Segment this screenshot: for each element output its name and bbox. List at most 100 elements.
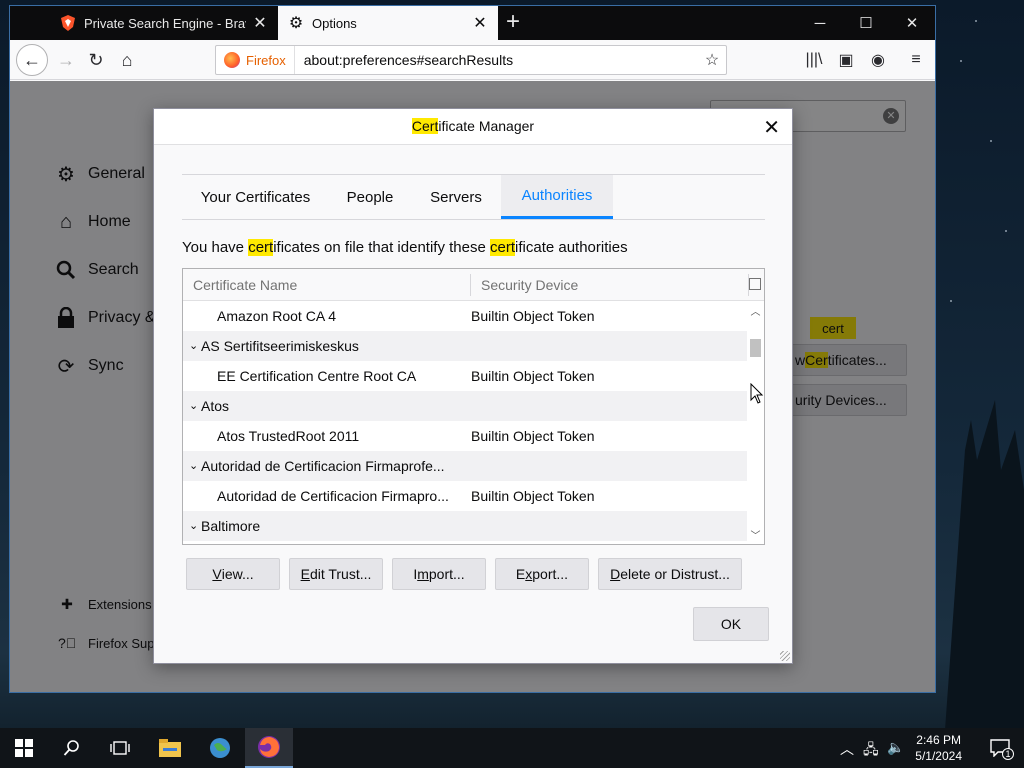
tree-group-row[interactable]: ⌄ AS Sertifitseerimiskeskus <box>183 331 747 361</box>
security-device-cell: Builtin Object Token <box>471 428 595 444</box>
button-text: elete or Distrust... <box>620 566 730 582</box>
button-text: iew... <box>221 566 254 582</box>
column-picker-icon[interactable] <box>749 278 761 290</box>
text: ificates on file that identify these <box>273 239 490 256</box>
minimize-icon[interactable]: ─ <box>797 6 843 40</box>
tree-group-row[interactable]: ⌄ Autoridad de Certificacion Firmaprofe..… <box>183 451 747 481</box>
tree-item-row[interactable]: EE Certification Centre Root CA Builtin O… <box>183 361 747 391</box>
expand-chevron-icon[interactable]: ⌄ <box>189 459 198 472</box>
windows-start-icon[interactable] <box>0 728 48 768</box>
security-device-cell: Builtin Object Token <box>471 488 595 504</box>
tab-title: Options <box>312 15 357 31</box>
gear-icon: ⚙ <box>288 15 304 32</box>
back-arrow-icon[interactable]: ← <box>16 44 48 76</box>
expand-chevron-icon[interactable]: ⌄ <box>189 339 198 352</box>
button-text: port... <box>428 566 465 582</box>
certificate-name-cell: AS Sertifitseerimiskeskus <box>201 338 359 354</box>
security-device-cell: Builtin Object Token <box>471 308 595 324</box>
file-explorer-icon[interactable] <box>146 728 194 768</box>
tab-strip: Private Search Engine - Brave Se ✕ ⚙ Opt… <box>10 6 935 40</box>
scrollbar-thumb[interactable] <box>750 339 761 357</box>
column-splitter[interactable] <box>470 274 471 296</box>
account-icon[interactable]: ◉ <box>867 50 889 70</box>
delete-or-distrust-button[interactable]: Delete or Distrust... <box>598 558 742 590</box>
button-text: dit Trust... <box>309 566 372 582</box>
tab-brave-search[interactable]: Private Search Engine - Brave Se ✕ <box>50 6 278 40</box>
close-icon[interactable]: ✕ <box>889 6 935 40</box>
edit-trust-button[interactable]: Edit Trust... <box>289 558 383 590</box>
dialog-description: You have certificates on file that ident… <box>182 239 628 256</box>
library-icon[interactable]: |||\ <box>803 50 825 70</box>
url-bar[interactable]: Firefox about:preferences#searchResults … <box>215 45 727 75</box>
tree-group-row[interactable]: ⌄ Atos <box>183 391 747 421</box>
nav-toolbar: ← → ↻ ⌂ Firefox about:preferences#search… <box>10 40 935 80</box>
star <box>960 60 962 62</box>
column-header-name[interactable]: Certificate Name <box>193 277 297 293</box>
home-icon[interactable]: ⌂ <box>113 46 141 74</box>
search-highlight: Cert <box>411 118 439 134</box>
close-icon[interactable]: ✕ <box>472 13 488 33</box>
bookmark-star-icon[interactable]: ☆ <box>698 50 726 70</box>
firefox-icon[interactable] <box>245 728 293 768</box>
tab-options[interactable]: ⚙ Options ✕ <box>278 6 498 40</box>
system-clock[interactable]: 2:46 PM 5/1/2024 <box>915 732 962 764</box>
tree-header: Certificate Name Security Device <box>183 269 764 301</box>
expand-chevron-icon[interactable]: ⌄ <box>189 519 198 532</box>
view-button[interactable]: View... <box>186 558 280 590</box>
export-button[interactable]: Ex port... <box>495 558 589 590</box>
tree-item-row[interactable]: Autoridad de Certificacion Firmapro... Bu… <box>183 481 747 511</box>
notifications-icon[interactable]: 1 <box>976 728 1024 768</box>
windows-taskbar: ︿ 🖧 🔈 2:46 PM 5/1/2024 1 <box>0 728 1024 768</box>
plus-icon[interactable]: + <box>506 10 520 34</box>
access-key: m <box>417 566 429 582</box>
brave-shield-icon <box>60 15 76 31</box>
identity-label: Firefox <box>246 52 286 68</box>
tree-group-row[interactable]: ⌄ Baltimore <box>183 511 747 541</box>
resize-grip[interactable] <box>780 651 790 661</box>
identity-box[interactable]: Firefox <box>216 46 295 74</box>
volume-muted-icon[interactable]: 🔈 <box>887 739 904 756</box>
url-text[interactable]: about:preferences#searchResults <box>295 52 698 68</box>
clock-time: 2:46 PM <box>916 733 961 747</box>
search-icon[interactable] <box>48 728 96 768</box>
ok-button[interactable]: OK <box>693 607 769 641</box>
tab-servers[interactable]: Servers <box>411 175 501 219</box>
expand-chevron-icon[interactable]: ⌄ <box>189 399 198 412</box>
close-icon[interactable]: ✕ <box>763 115 780 140</box>
tab-people[interactable]: People <box>329 175 411 219</box>
tree-silhouette <box>945 400 1024 730</box>
access-key: x <box>525 566 533 582</box>
certificate-tabs: Your Certificates People Servers Authori… <box>182 174 765 220</box>
scroll-up-icon[interactable]: ︿ <box>747 303 764 318</box>
network-icon[interactable]: 🖧 <box>863 739 879 763</box>
certificate-name-cell: Atos TrustedRoot 2011 <box>217 428 360 444</box>
scroll-down-icon[interactable]: ﹀ <box>747 527 764 542</box>
reload-icon[interactable]: ↻ <box>82 46 110 74</box>
tree-item-row[interactable]: Amazon Root CA 4 Builtin Object Token <box>183 301 747 331</box>
close-icon[interactable]: ✕ <box>252 13 268 33</box>
network-globe-icon[interactable] <box>196 728 244 768</box>
search-highlight: cert <box>490 239 516 256</box>
menu-icon[interactable]: ≡ <box>905 50 927 70</box>
text: You have <box>182 239 249 256</box>
task-view-icon[interactable] <box>96 728 144 768</box>
tab-title: Private Search Engine - Brave Se <box>84 15 246 31</box>
vertical-scrollbar[interactable]: ︿ ﹀ <box>747 301 764 544</box>
access-key: D <box>610 566 621 582</box>
star <box>975 20 977 22</box>
maximize-icon[interactable]: ☐ <box>843 6 889 40</box>
column-header-device[interactable]: Security Device <box>481 277 578 293</box>
certificate-name-cell: Autoridad de Certificacion Firmaprofe... <box>201 458 445 474</box>
certificate-tree[interactable]: Certificate Name Security Device Amazon … <box>182 268 765 545</box>
tree-body: Amazon Root CA 4 Builtin Object Token ⌄ AS … <box>183 301 747 544</box>
import-button[interactable]: Im port... <box>392 558 486 590</box>
certificate-name-cell: Autoridad de Certificacion Firmapro... <box>217 488 449 504</box>
forward-arrow-icon[interactable]: → <box>52 46 80 74</box>
sidebar-icon[interactable]: ▣ <box>835 50 857 70</box>
tab-authorities[interactable]: Authorities <box>501 175 613 219</box>
certificate-name-cell: EE Certification Centre Root CA <box>217 368 417 384</box>
title-text: ificate Manager <box>438 118 535 134</box>
chevron-up-icon[interactable]: ︿ <box>840 739 854 759</box>
tree-item-row[interactable]: Atos TrustedRoot 2011 Builtin Object Toke… <box>183 421 747 451</box>
tab-your-certificates[interactable]: Your Certificates <box>182 175 329 219</box>
